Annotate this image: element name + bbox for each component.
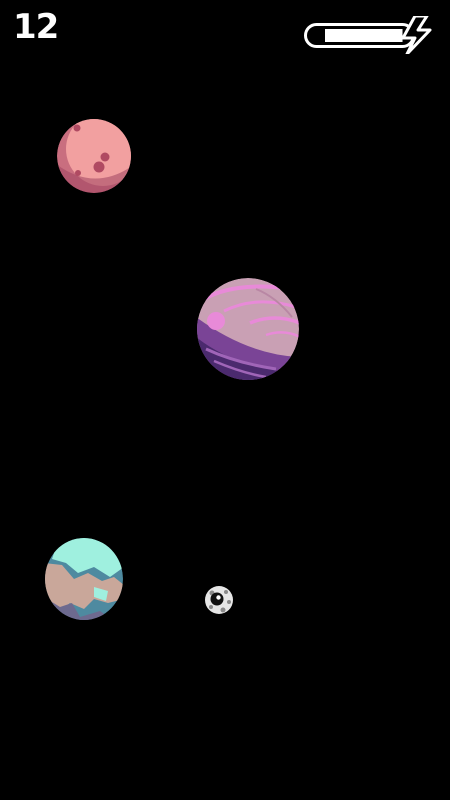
score-counter: 12 (13, 7, 59, 47)
lightning-bolt-icon (401, 16, 432, 54)
planet-earth (45, 538, 123, 620)
planet-red (57, 119, 131, 193)
planet-purple (197, 278, 299, 380)
eye-ball-icon[interactable] (204, 585, 234, 615)
energy-meter (304, 16, 432, 54)
energy-meter-fill (325, 29, 403, 42)
